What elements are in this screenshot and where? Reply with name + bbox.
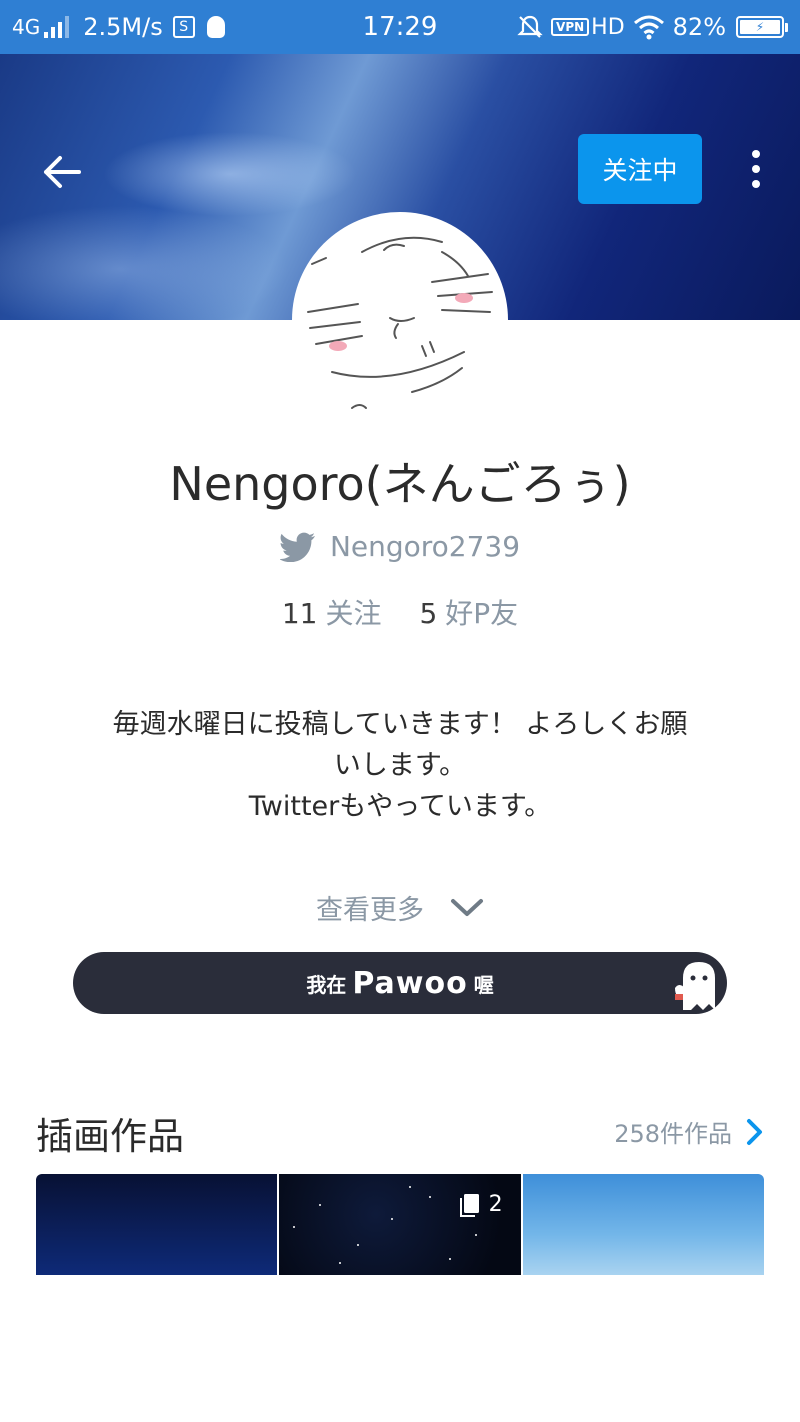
chevron-down-icon (451, 898, 483, 916)
chevron-right-icon (747, 1118, 762, 1145)
following-count-link[interactable]: 11 关注 (282, 592, 382, 632)
vpn-badge: VPN (551, 18, 590, 36)
pawoo-prefix: 我在 (306, 972, 347, 997)
more-options-button[interactable] (738, 146, 774, 192)
twitter-bird-icon (279, 532, 315, 562)
pawoo-brand: Pawoo (352, 965, 468, 1001)
bio-line: Twitterもやっています。 (248, 791, 552, 822)
profile-name: Nengoro(ネんごろぅ) (169, 457, 631, 511)
bio-line: 毎週水曜日に投稿していきます！ よろしくお願 (112, 709, 688, 740)
twitter-link[interactable]: Nengoro2739 (0, 530, 800, 563)
hd-indicator: HD (591, 14, 625, 40)
illustration-thumbnail[interactable] (36, 1174, 278, 1275)
pawoo-mascot-icon (675, 962, 715, 1010)
friends-count-link[interactable]: 5 好P友 (419, 592, 518, 632)
battery-percent: 82% (672, 13, 726, 41)
page-count: 2 (488, 1192, 503, 1217)
following-button[interactable]: 关注中 (578, 134, 702, 204)
follow-counts: 11 关注 5 好P友 (0, 592, 800, 632)
twitter-handle: Nengoro2739 (329, 530, 521, 563)
avatar[interactable] (292, 212, 508, 428)
status-bar: 4G 2.5M/s S 17:29 VPN HD 82% ⚡ (0, 0, 800, 54)
bio-line: いします。 (333, 750, 467, 781)
illustration-thumbnails: 2 (36, 1174, 764, 1275)
works-count: 258件作品 (614, 1120, 732, 1148)
see-more-button[interactable]: 查看更多 (0, 888, 800, 927)
see-more-label: 查看更多 (316, 895, 424, 926)
profile-bio: 毎週水曜日に投稿していきます！ よろしくお願 いします。 Twitterもやって… (60, 704, 740, 827)
friends-count: 5 (419, 597, 438, 630)
illustration-thumbnail[interactable] (522, 1174, 764, 1275)
pawoo-suffix: 喔 (473, 972, 494, 997)
back-button[interactable] (36, 146, 88, 198)
more-dots-icon (752, 150, 760, 158)
chevron-right-icon (762, 973, 776, 995)
page-count-badge: 2 (459, 1192, 503, 1217)
multi-page-icon (459, 1193, 479, 1217)
illustration-thumbnail[interactable]: 2 (279, 1174, 521, 1275)
wifi-icon (633, 15, 664, 40)
illustrations-title: 插画作品 (36, 1115, 184, 1158)
following-label: 关注 (325, 597, 382, 630)
all-works-link[interactable]: 258件作品 (614, 1114, 764, 1149)
alarm-off-icon (517, 15, 543, 38)
following-count: 11 (281, 597, 318, 630)
friends-label: 好P友 (445, 597, 519, 630)
battery-icon: ⚡ (736, 16, 788, 38)
cat-avatar-icon (307, 236, 493, 409)
back-arrow-icon (44, 156, 81, 188)
pawoo-banner[interactable]: 我在 Pawoo 喔 (73, 952, 776, 1014)
status-right: VPN HD 82% ⚡ (509, 0, 788, 54)
